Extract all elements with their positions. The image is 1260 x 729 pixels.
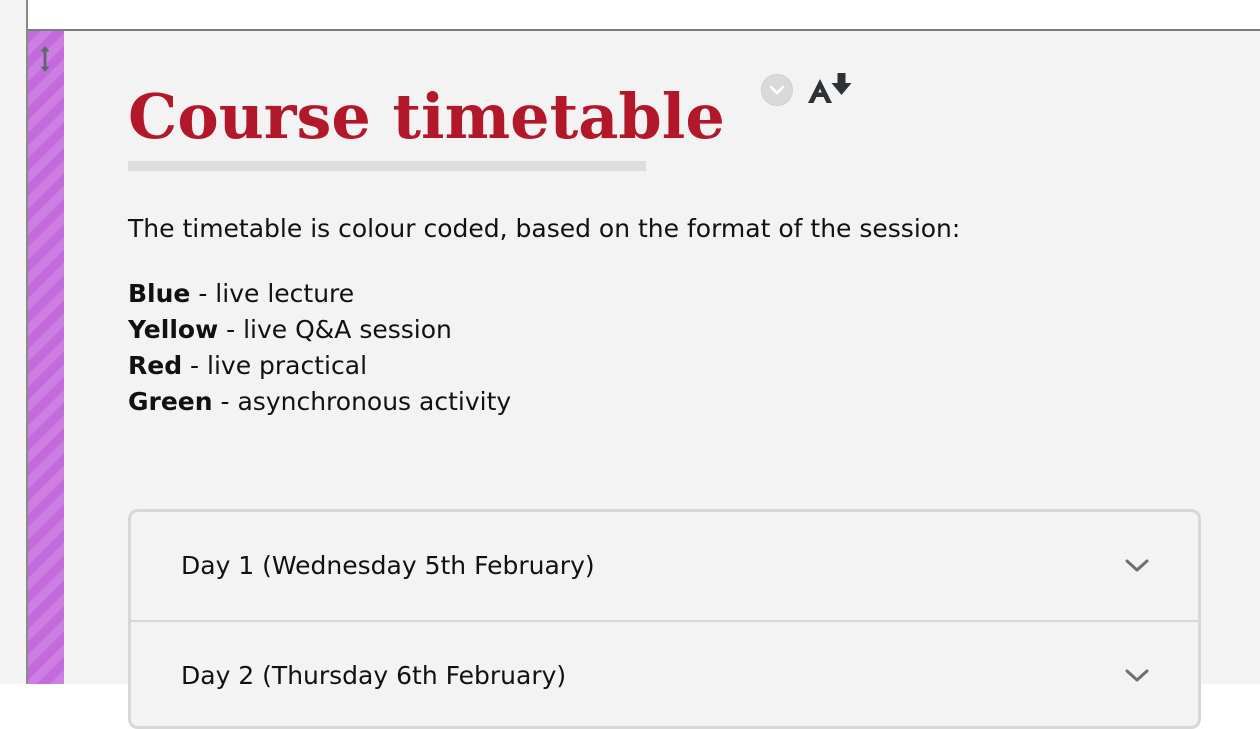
left-gutter [0,0,28,684]
legend-description: - live Q&A session [218,315,452,344]
top-strip [0,0,1260,31]
drag-handle[interactable] [28,43,62,75]
legend-key: Blue [128,279,191,308]
chevron-down-icon [1125,559,1149,572]
content-item-rail [28,31,64,684]
legend-item-yellow: Yellow - live Q&A session [128,312,511,348]
legend-key: Yellow [128,315,219,344]
item-options-button[interactable] [761,74,793,106]
accordion-item-label: Day 2 (Thursday 6th February) [181,661,567,690]
legend-item-blue: Blue - live lecture [128,276,511,312]
accordion-item-day-2[interactable]: Day 2 (Thursday 6th February) [131,622,1198,726]
vertical-resize-icon [40,46,50,72]
accordion-item-day-1[interactable]: Day 1 (Wednesday 5th February) [131,512,1198,622]
legend-key: Green [128,387,213,416]
content-area: Course timetable The timetable is colour… [64,31,1260,729]
page-title: Course timetable [128,80,725,153]
legend-item-red: Red - live practical [128,348,511,384]
color-legend: Blue - live lecture Yellow - live Q&A se… [128,276,511,420]
legend-description: - live lecture [190,279,355,308]
legend-key: Red [128,351,183,380]
legend-description: - live practical [182,351,368,380]
chevron-down-icon [1125,669,1149,682]
legend-item-green: Green - asynchronous activity [128,384,511,420]
title-underline [128,161,646,171]
timetable-accordion: Day 1 (Wednesday 5th February) Day 2 (Th… [128,509,1201,729]
legend-description: - asynchronous activity [212,387,512,416]
alternative-formats-download-icon [808,73,852,103]
chevron-down-circle-icon [769,85,785,95]
alternative-formats-button[interactable] [806,71,858,105]
accordion-item-label: Day 1 (Wednesday 5th February) [181,551,595,580]
intro-text: The timetable is colour coded, based on … [128,214,961,243]
